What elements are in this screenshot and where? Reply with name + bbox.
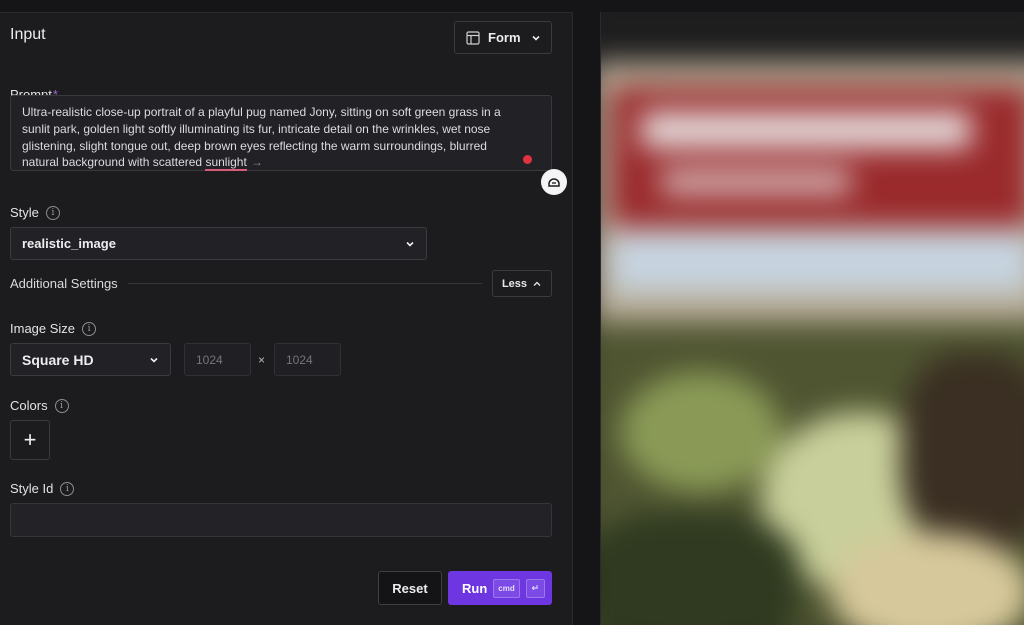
- view-mode-label: Form: [488, 30, 521, 45]
- chevron-down-icon: [531, 35, 540, 41]
- colors-label: Colors: [10, 398, 48, 413]
- info-icon[interactable]: i: [82, 321, 97, 336]
- info-icon[interactable]: i: [60, 481, 75, 496]
- chevron-down-icon: [406, 241, 414, 247]
- panel-title: Input: [10, 26, 46, 43]
- assistant-face-icon: [548, 178, 560, 187]
- style-label-row: Style i: [10, 205, 60, 220]
- reset-button[interactable]: Reset: [378, 571, 442, 605]
- chevron-down-icon: [150, 357, 158, 363]
- run-button[interactable]: Run cmd ↵: [448, 571, 552, 605]
- spellcheck-flagged-word[interactable]: sunlight: [205, 155, 247, 172]
- width-input[interactable]: [184, 343, 251, 376]
- less-toggle-label: Less: [501, 277, 528, 290]
- image-size-label-row: Image Size i: [10, 321, 97, 336]
- view-mode-dropdown[interactable]: Form: [454, 21, 552, 54]
- style-id-label: Style Id: [10, 481, 54, 496]
- section-divider: [127, 283, 482, 284]
- image-size-label: Image Size: [10, 321, 76, 336]
- image-size-select[interactable]: Square HD: [10, 343, 171, 376]
- shortcut-enter-key: ↵: [525, 578, 545, 598]
- info-icon[interactable]: i: [45, 205, 60, 220]
- style-value: realistic_image: [22, 236, 116, 251]
- chevron-up-icon: [533, 281, 541, 286]
- writing-assistant-button[interactable]: [541, 169, 567, 195]
- run-label: Run: [462, 580, 488, 596]
- plus-icon: +: [23, 427, 37, 452]
- colors-label-row: Colors i: [10, 398, 69, 413]
- prompt-textarea[interactable]: Ultra-realistic close-up portrait of a p…: [10, 95, 552, 172]
- image-size-value: Square HD: [22, 351, 94, 368]
- shortcut-cmd-key: cmd: [493, 578, 520, 598]
- style-id-label-row: Style Id i: [10, 481, 75, 496]
- additional-settings-label: Additional Settings: [10, 276, 118, 291]
- output-preview-blurred: [600, 12, 1024, 625]
- style-id-input[interactable]: [10, 503, 552, 537]
- layout-icon: [466, 30, 480, 45]
- additional-settings-header: Additional Settings Less: [10, 270, 552, 297]
- grammar-alert-dot[interactable]: [523, 155, 532, 164]
- suggestion-arrow-icon[interactable]: →: [251, 155, 263, 169]
- height-input[interactable]: [274, 343, 341, 376]
- dimension-separator: ×: [258, 353, 266, 367]
- less-toggle-button[interactable]: Less: [492, 270, 552, 297]
- style-select[interactable]: realistic_image: [10, 227, 427, 260]
- style-label: Style: [10, 205, 39, 220]
- add-color-button[interactable]: +: [10, 420, 50, 460]
- blurred-image: [601, 12, 1024, 625]
- info-icon[interactable]: i: [54, 398, 69, 413]
